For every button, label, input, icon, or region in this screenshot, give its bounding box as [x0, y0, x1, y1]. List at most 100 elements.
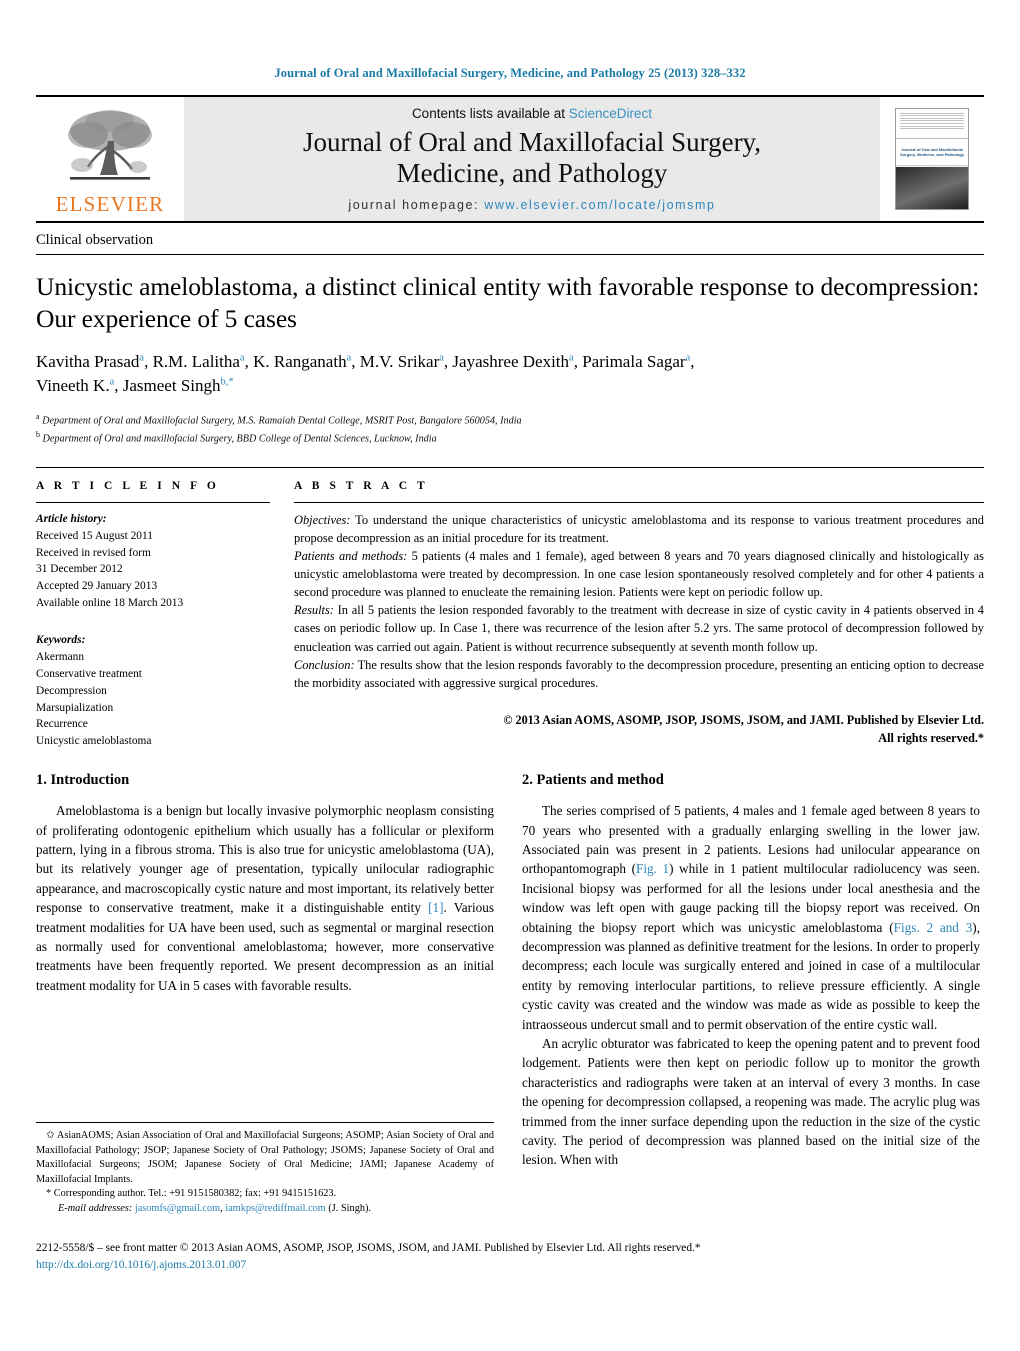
corresponding-author-text: Corresponding author. Tel.: +91 91515803…: [51, 1188, 337, 1200]
citation-ref-1[interactable]: [1]: [428, 900, 443, 915]
article-type-label: Clinical observation: [36, 232, 154, 248]
abstract-patients-label: Patients and methods:: [294, 549, 408, 563]
abstract-objectives-label: Objectives:: [294, 512, 351, 527]
journal-homepage-line: journal homepage: www.elsevier.com/locat…: [348, 198, 715, 212]
homepage-url-link[interactable]: www.elsevier.com/locate/jomsmp: [484, 198, 715, 212]
history-item: 31 December 2012: [36, 563, 123, 576]
methods-paragraph-1: The series comprised of 5 patients, 4 ma…: [522, 801, 980, 1034]
issn-line: 2212-5558/$ – see front matter © 2013 As…: [36, 1242, 701, 1254]
abstract-results-text: In all 5 patients the lesion responded f…: [294, 603, 984, 654]
abstract-patients: Patients and methods: 5 patients (4 male…: [294, 547, 984, 601]
body-columns: 1. Introduction Ameloblastoma is a benig…: [36, 772, 984, 1170]
journal-cover-cell: Journal of Oral and Maxillofacial Surger…: [880, 97, 984, 221]
affiliation-label-b: b: [36, 429, 40, 439]
abstract-body: Objectives: To understand the unique cha…: [294, 511, 984, 692]
keywords-block: Keywords: Akermann Conservative treatmen…: [36, 632, 270, 750]
abstract-results-label: Results:: [294, 603, 334, 618]
keyword-item: Marsupialization: [36, 701, 114, 714]
affiliation-marker-a: a: [239, 352, 245, 364]
abstract-objectives: Objectives: To understand the unique cha…: [294, 511, 984, 547]
keyword-item: Decompression: [36, 684, 107, 697]
abbrev-marker-icon: ✩: [46, 1130, 55, 1141]
article-info-label: A R T I C L E I N F O: [36, 479, 220, 492]
abstract-rule: [294, 501, 984, 503]
section-heading-patients-method: 2. Patients and method: [522, 772, 664, 789]
elsevier-tree-icon: [68, 110, 152, 180]
affiliation-a-text: Department of Oral and Maxillofacial Sur…: [42, 415, 522, 427]
info-abstract-region: A R T I C L E I N F O Article history: R…: [36, 466, 984, 750]
cover-header-lines: [896, 109, 968, 139]
section-heading-introduction: 1. Introduction: [36, 772, 130, 789]
keyword-item: Recurrence: [36, 718, 88, 731]
affiliation-marker-a: a: [569, 352, 574, 364]
article-info-rule: [36, 501, 270, 503]
sciencedirect-link[interactable]: ScienceDirect: [569, 106, 652, 121]
affiliation-marker-a: a: [685, 352, 691, 364]
intro-text-part-1: Ameloblastoma is a benign but locally in…: [36, 803, 494, 916]
footnote-abbreviations-text: AsianAOMS; Asian Association of Oral and…: [36, 1130, 494, 1185]
copyright-line-2: All rights reserved.*: [878, 730, 984, 745]
doi-link[interactable]: http://dx.doi.org/10.1016/j.ajoms.2013.0…: [36, 1257, 984, 1274]
email-suffix-text: (J. Singh).: [325, 1203, 371, 1215]
footnote-emails: E-mail addresses: jasomfs@gmail.com, iam…: [58, 1203, 371, 1215]
article-history: Article history: Received 15 August 2011…: [36, 511, 270, 612]
email-link-2[interactable]: iamkps@rediffmail.com: [225, 1203, 326, 1214]
footnote-block: ✩ AsianAOMS; Asian Association of Oral a…: [36, 1122, 494, 1217]
history-item: Available online 18 March 2013: [36, 597, 184, 610]
abstract-label: A B S T R A C T: [294, 479, 429, 492]
abstract-column: A B S T R A C T Objectives: To understan…: [294, 480, 984, 750]
journal-title-line-1: Journal of Oral and Maxillofacial Surger…: [302, 126, 762, 157]
introduction-paragraph: Ameloblastoma is a benign but locally in…: [36, 801, 494, 995]
corresponding-author-marker: *: [228, 376, 234, 388]
homepage-label: journal homepage:: [348, 198, 480, 213]
abstract-results: Results: In all 5 patients the lesion re…: [294, 601, 984, 655]
page-title: Unicystic ameloblastoma, a distinct clin…: [36, 272, 980, 334]
methods-text-part-3: ), decompression was planned as definiti…: [522, 919, 980, 1032]
footnote-corresponding-author: * Corresponding author. Tel.: +91 915158…: [36, 1187, 494, 1202]
affiliation-b-row: b Department of Oral and maxillofacial S…: [36, 429, 984, 447]
journal-title-line-2: Medicine, and Pathology: [396, 158, 668, 188]
figure-link-fig1[interactable]: Fig. 1: [636, 861, 669, 876]
affiliation-marker-a: a: [439, 352, 444, 364]
cover-title-area: Journal of Oral and Maxillofacial Surger…: [896, 139, 968, 166]
affiliation-marker-a: a: [109, 376, 115, 388]
cover-photo: [896, 167, 968, 209]
affiliation-a-row: a Department of Oral and Maxillofacial S…: [36, 411, 984, 429]
abstract-objectives-text: To understand the unique characteristics…: [294, 512, 984, 545]
keyword-item: Akermann: [36, 650, 85, 663]
abstract-conclusion-label: Conclusion:: [294, 657, 355, 672]
author-list: Kavitha Prasada, R.M. Lalithaa, K. Ranga…: [36, 351, 695, 396]
methods-paragraph-2: An acrylic obturator was fabricated to k…: [522, 1036, 980, 1168]
figure-link-fig2-3[interactable]: Figs. 2 and 3: [894, 920, 973, 935]
email-addresses-label: E-mail addresses:: [58, 1203, 133, 1215]
journal-title: Journal of Oral and Maxillofacial Surger…: [303, 127, 761, 190]
abstract-conclusion: Conclusion: The results show that the le…: [294, 656, 984, 692]
journal-cover-thumbnail: Journal of Oral and Maxillofacial Surger…: [895, 108, 969, 210]
keywords-label: Keywords:: [36, 634, 86, 647]
keyword-item: Unicystic ameloblastoma: [36, 735, 152, 748]
affiliation-marker-a: a: [139, 352, 145, 364]
article-history-label: Article history:: [36, 512, 107, 525]
cover-title-text: Journal of Oral and Maxillofacial Surger…: [900, 146, 964, 157]
running-head: Journal of Oral and Maxillofacial Surger…: [274, 66, 746, 80]
masthead-center: Contents lists available at ScienceDirec…: [184, 97, 880, 221]
history-item: Received 15 August 2011: [36, 529, 153, 542]
journal-masthead: ELSEVIER Contents lists available at Sci…: [36, 95, 984, 223]
body-column-right: 2. Patients and method The series compri…: [522, 772, 980, 1170]
keyword-item: Conservative treatment: [36, 667, 142, 680]
copyright-line-1: © 2013 Asian AOMS, ASOMP, JSOP, JSOMS, J…: [503, 712, 984, 727]
elsevier-logo: ELSEVIER: [36, 97, 184, 221]
copyright-block: © 2013 Asian AOMS, ASOMP, JSOP, JSOMS, J…: [294, 712, 984, 747]
history-item: Accepted 29 January 2013: [36, 580, 158, 593]
article-info-column: A R T I C L E I N F O Article history: R…: [36, 480, 294, 750]
title-block: Unicystic ameloblastoma, a distinct clin…: [36, 255, 984, 447]
email-link-1[interactable]: jasomfs@gmail.com: [135, 1203, 220, 1214]
affiliation-label-a: a: [36, 412, 40, 422]
article-type-band: Clinical observation: [36, 223, 984, 255]
issn-doi-block: 2212-5558/$ – see front matter © 2013 As…: [36, 1240, 984, 1274]
body-column-left: 1. Introduction Ameloblastoma is a benig…: [36, 772, 494, 1170]
article-page: Journal of Oral and Maxillofacial Surger…: [0, 0, 1020, 1351]
history-item: Received in revised form: [36, 546, 151, 559]
abstract-conclusion-text: The results show that the lesion respond…: [294, 657, 984, 690]
footnote-abbreviations: ✩ AsianAOMS; Asian Association of Oral a…: [36, 1129, 494, 1187]
